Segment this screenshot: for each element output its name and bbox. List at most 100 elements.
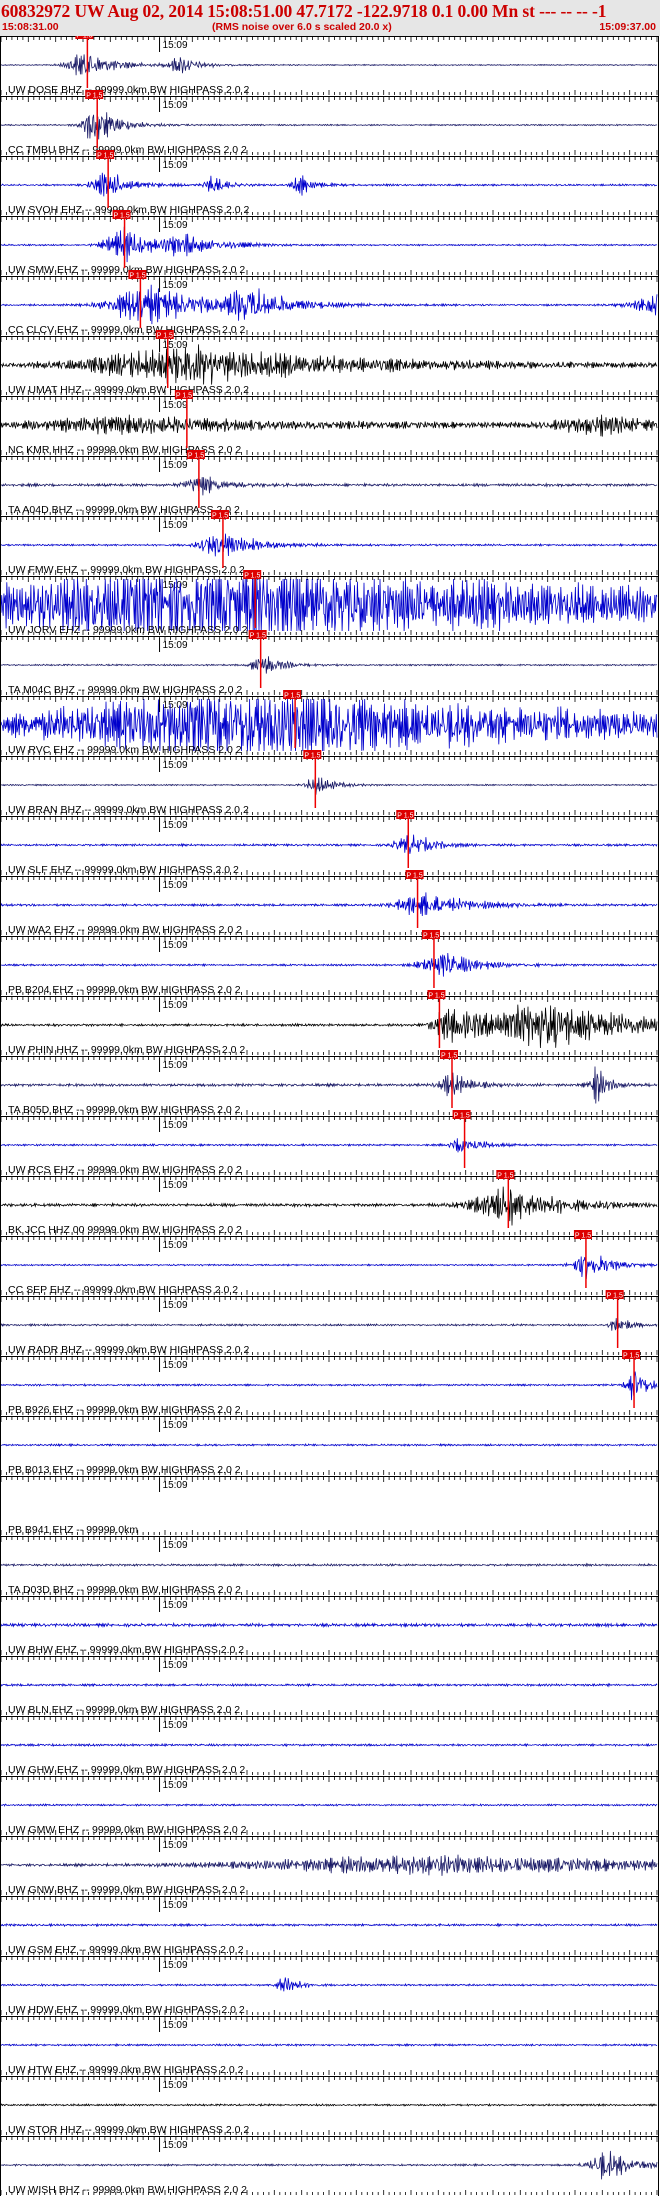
station-label: CC TMBU BHZ -- 99999.0km BW HIGHPASS 2.0… [8, 144, 247, 156]
station-label: TA B05D BHZ -- 99999.0km BW HIGHPASS 2.0… [8, 1104, 241, 1116]
waveform-trace [0, 344, 658, 385]
pick-label: P 1.5 [497, 1173, 513, 1180]
waveform-trace [0, 1186, 658, 1226]
waveform-trace [0, 1621, 658, 1629]
waveform-trace [0, 892, 658, 917]
station-label: UW GSM EHZ -- 99999.0km BW HIGHPASS 2.0 … [8, 1944, 244, 1956]
station-label: UW STOR HHZ -- 99999.0km BW HIGHPASS 2.0… [8, 2124, 249, 2136]
minute-label: 15:09 [163, 1720, 188, 1731]
pick-label: P 1.5 [244, 573, 260, 580]
minute-label: 15:09 [163, 760, 188, 771]
pick-label: P 1.5 [114, 213, 130, 220]
pick-label: P 1.5 [129, 273, 145, 280]
station-label: UW HDW EHZ -- 99999.0km BW HIGHPASS 2.0 … [8, 2004, 245, 2016]
waveform-trace [0, 1004, 658, 1049]
station-label: UW RCS EHZ -- 99999.0km BW HIGHPASS 2.0 … [8, 1164, 242, 1176]
station-label: PB B204 EHZ -- 99999.0km BW HIGHPASS 2.0… [8, 984, 241, 996]
station-label: UW SLF EHZ -- 99999.0km BW HIGHPASS 2.0 … [8, 864, 239, 876]
station-label: UW SMW EHZ -- 99999.0km BW HIGHPASS 2.0 … [8, 264, 245, 276]
pick-label: P 1.5 [428, 993, 444, 1000]
pick-label: P 1.5 [575, 1233, 591, 1240]
station-label: CC SEP EHZ -- 99999.0km BW HIGHPASS 2.0 … [8, 1284, 238, 1296]
waveform-trace [0, 172, 658, 197]
minute-label: 15:09 [163, 1360, 188, 1371]
pick-label: P 1.5 [304, 753, 320, 760]
waveform-trace [0, 2042, 658, 2048]
station-label: UW GHW EHZ -- 99999.0km BW HIGHPASS 2.0 … [8, 1764, 245, 1776]
minute-label: 15:09 [163, 520, 188, 531]
minute-label: 15:09 [163, 1540, 188, 1551]
waveform-trace [0, 1371, 658, 1401]
pick-label: P 1.5 [188, 453, 204, 460]
station-label: PB B013 EHZ -- 99999.0km BW HIGHPASS 2.0… [8, 1464, 241, 1476]
minute-label: 15:09 [163, 580, 188, 591]
station-label: PB B926 EHZ -- 99999.0km BW HIGHPASS 2.0… [8, 1404, 241, 1416]
station-label: UW PHIN HHZ -- 99999.0km BW HIGHPASS 2.0… [8, 1044, 245, 1056]
minute-label: 15:09 [163, 1960, 188, 1971]
waveform-trace [0, 656, 658, 674]
minute-label: 15:09 [163, 1420, 188, 1431]
minute-label: 15:09 [163, 940, 188, 951]
minute-label: 15:09 [163, 820, 188, 831]
waveform-trace [0, 226, 658, 263]
waveform-trace [0, 284, 658, 325]
waveform-trace [0, 54, 658, 76]
pick-label: P 1.5 [176, 393, 192, 400]
end-time: 15:09:37.00 [599, 21, 656, 33]
waveform-trace [0, 952, 658, 977]
pick-label: P 1.5 [97, 153, 113, 160]
minute-label: 15:09 [163, 2140, 188, 2151]
pick-label: P 1.5 [250, 633, 266, 640]
minute-label: 15:09 [163, 2080, 188, 2091]
minute-label: 15:09 [163, 2020, 188, 2031]
minute-label: 15:09 [163, 1480, 188, 1491]
waveform-trace [0, 1255, 658, 1280]
station-label: UW GMW EHZ -- 99999.0km BW HIGHPASS 2.0 … [8, 1824, 247, 1836]
station-label: NC KMR HHZ -- 99999.0km BW HIGHPASS 2.0 … [8, 444, 241, 456]
waveform-trace [0, 533, 658, 557]
waveform-trace [0, 1138, 658, 1153]
station-label: UW BHW EHZ -- 99999.0km BW HIGHPASS 2.0 … [8, 1644, 244, 1656]
waveform-trace [0, 1922, 658, 1928]
start-time: 15:08:31.00 [2, 21, 59, 33]
station-label: UW UMAT HHZ -- 99999.0km BW HIGHPASS 2.0… [8, 384, 249, 396]
station-label: UW BRAN BHZ -- 99999.0km BW HIGHPASS 2.0… [8, 804, 249, 816]
waveform-trace [0, 414, 658, 437]
station-label: PB B941 EHZ -- 99999.0km [8, 1524, 138, 1536]
waveform-trace [0, 1442, 658, 1448]
pick-label: P 1.5 [212, 513, 228, 520]
header-bar: 60832972 UW Aug 02, 2014 15:08:51.00 47.… [0, 0, 660, 36]
station-label: UW FMW EHZ -- 99999.0km BW HIGHPASS 2.0 … [8, 564, 245, 576]
station-label: TA D03D BHZ -- 99999.0km BW HIGHPASS 2.0… [8, 1584, 241, 1596]
station-label: UW BLN EHZ -- 99999.0km BW HIGHPASS 2.0 … [8, 1704, 240, 1716]
station-label: CC CLCV EHZ -- 99999.0km BW HIGHPASS 2.0… [8, 324, 245, 336]
minute-label: 15:09 [163, 640, 188, 651]
station-label: TA M04C BHZ -- 99999.0km BW HIGHPASS 2.0… [8, 684, 242, 696]
station-label: UW WA2 EHZ -- 99999.0km BW HIGHPASS 2.0 … [8, 924, 242, 936]
pick-label: P 1.5 [423, 933, 439, 940]
pick-label: P 1.5 [397, 813, 413, 820]
seismogram-plot: 15:09 UW DOSE BHZ -- 99999.0km BW HIGHPAS… [0, 36, 659, 2196]
minute-label: 15:09 [163, 880, 188, 891]
minute-label: 15:09 [163, 1060, 188, 1071]
station-label: UW HTW EHZ -- 99999.0km BW HIGHPASS 2.0 … [8, 2064, 244, 2076]
minute-label: 15:09 [163, 1600, 188, 1611]
waveform-trace [0, 777, 658, 795]
pick-label: P 1.5 [407, 873, 423, 880]
station-label: UW GNW BHZ -- 99999.0km BW HIGHPASS 2.0 … [8, 1884, 245, 1896]
pick-label: P 1.5 [86, 93, 102, 100]
minute-label: 15:09 [163, 460, 188, 471]
waveform-trace [0, 1682, 658, 1688]
minute-label: 15:09 [163, 1780, 188, 1791]
minute-label: 15:09 [163, 1300, 188, 1311]
minute-label: 15:09 [163, 40, 188, 51]
pick-label: P 1.5 [157, 333, 173, 340]
minute-label: 15:09 [163, 400, 188, 411]
waveform-trace [0, 1316, 658, 1331]
minute-label: 15:09 [163, 700, 188, 711]
pick-label: P 1.5 [76, 36, 92, 40]
pick-label: P 1.5 [607, 1293, 623, 1300]
minute-label: 15:09 [163, 100, 188, 111]
minute-label: 15:09 [163, 1180, 188, 1191]
minute-label: 15:09 [163, 1120, 188, 1131]
